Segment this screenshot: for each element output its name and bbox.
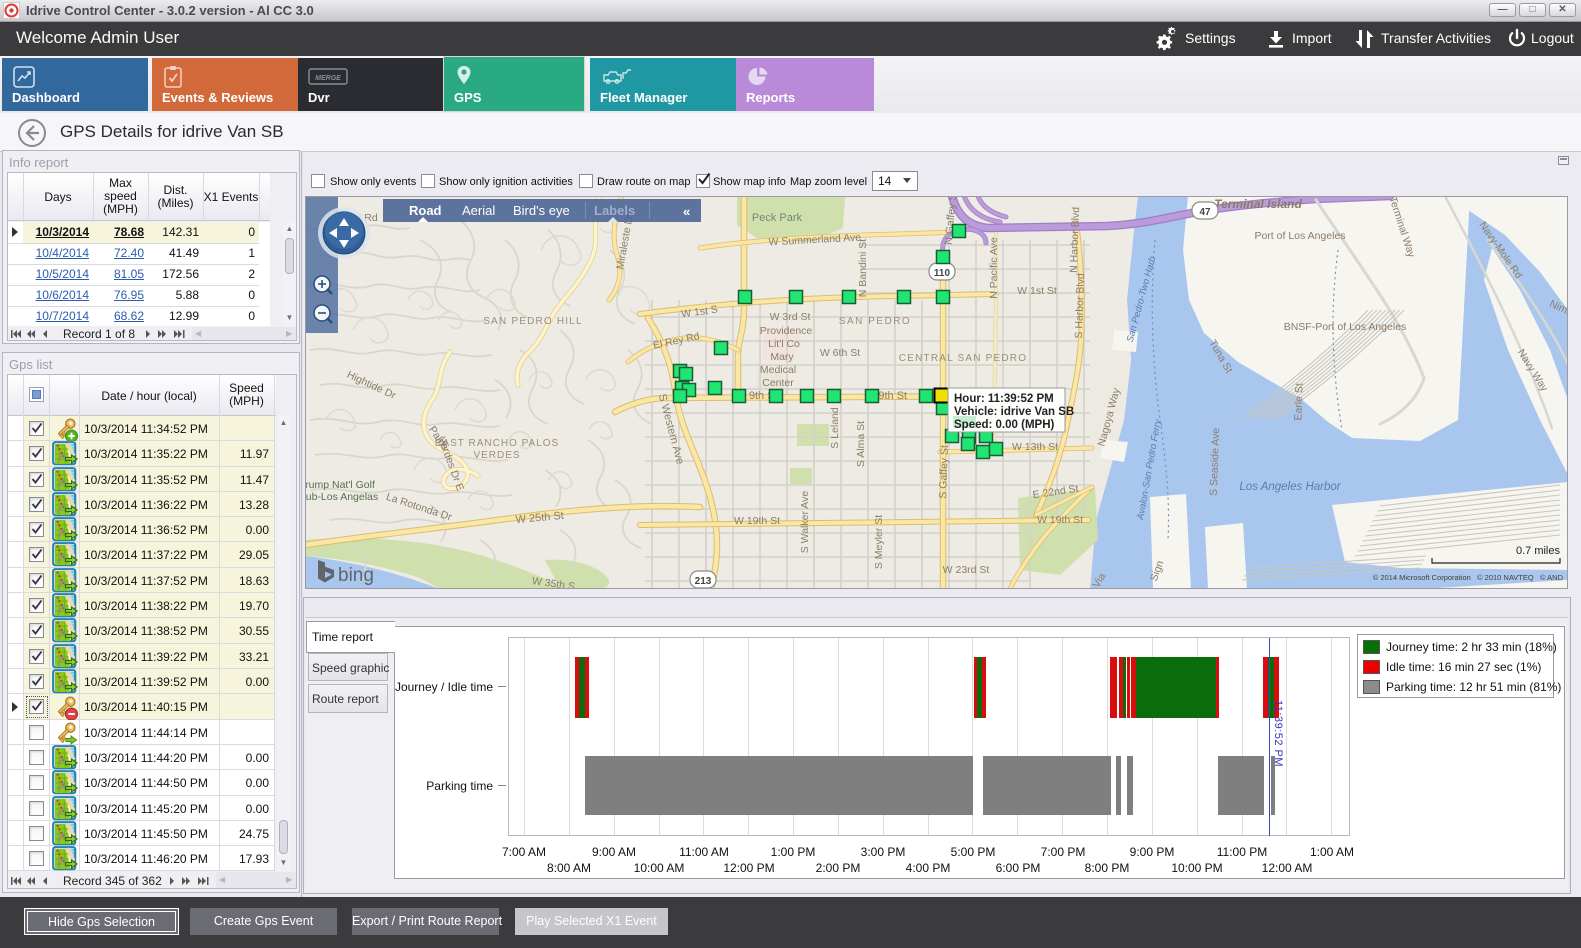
svg-text:Club-Los Angelas: Club-Los Angelas	[305, 491, 378, 503]
svg-text:MERGE: MERGE	[315, 75, 341, 82]
svg-text:SAN PEDRO HILL: SAN PEDRO HILL	[483, 316, 583, 327]
svg-text:47: 47	[1199, 207, 1211, 218]
svg-text:Labels: Labels	[594, 203, 635, 218]
svg-text:N Harbor Blvd: N Harbor Blvd	[1068, 207, 1082, 273]
svg-text:bing: bing	[338, 565, 374, 586]
svg-text:© 2014 Microsoft Corporation: © 2014 Microsoft Corporation © 2010 NAVT…	[1373, 573, 1564, 582]
svg-text:Center: Center	[762, 377, 794, 389]
svg-text:Speed: 0.00 (MPH): Speed: 0.00 (MPH)	[954, 419, 1054, 431]
svg-text:Aerial: Aerial	[462, 203, 495, 218]
svg-text:W 13th St: W 13th St	[1012, 441, 1058, 453]
svg-text:N Bandini St: N Bandini St	[857, 239, 869, 297]
svg-text:VERDES: VERDES	[473, 450, 520, 461]
svg-text:Bird's eye: Bird's eye	[513, 203, 570, 218]
svg-text:S Leland: S Leland	[829, 407, 841, 449]
svg-text:W 1st St: W 1st St	[1017, 285, 1057, 297]
svg-text:S Harbor Blvd: S Harbor Blvd	[1073, 273, 1087, 339]
svg-text:CENTRAL SAN PEDRO: CENTRAL SAN PEDRO	[899, 353, 1027, 364]
svg-text:Mary: Mary	[770, 351, 794, 363]
svg-text:W 6th St: W 6th St	[820, 347, 860, 359]
svg-text:BNSF-Port of Los Angeles: BNSF-Port of Los Angeles	[1284, 321, 1407, 333]
svg-text:«: «	[683, 204, 690, 219]
svg-text:Terminal Island: Terminal Island	[1214, 197, 1302, 211]
svg-text:SAN PEDRO: SAN PEDRO	[839, 316, 911, 327]
svg-text:Road: Road	[409, 203, 442, 218]
svg-text:S Meyler St: S Meyler St	[873, 515, 885, 569]
svg-text:Peck Park: Peck Park	[752, 212, 803, 224]
svg-text:S Gaffey St: S Gaffey St	[937, 445, 951, 499]
svg-text:Los Angeles Harbor: Los Angeles Harbor	[1239, 481, 1341, 493]
svg-text:Vehicle: idrive Van SB: Vehicle: idrive Van SB	[954, 406, 1074, 418]
svg-text:Medical: Medical	[760, 364, 796, 376]
svg-text:Providence: Providence	[760, 325, 813, 337]
svg-text:W 3rd St: W 3rd St	[770, 311, 811, 323]
svg-text:Lit'l Co: Lit'l Co	[768, 338, 800, 350]
svg-text:Trump Nat'l Golf: Trump Nat'l Golf	[305, 479, 375, 491]
svg-text:W 23rd St: W 23rd St	[943, 564, 990, 576]
svg-text:W 19th St: W 19th St	[734, 515, 780, 527]
svg-text:0.7 miles: 0.7 miles	[1516, 545, 1561, 557]
svg-text:N Pacific Ave: N Pacific Ave	[988, 237, 1000, 299]
svg-text:EAST RANCHO PALOS: EAST RANCHO PALOS	[435, 438, 559, 449]
svg-text:S Walker Ave: S Walker Ave	[799, 491, 811, 554]
svg-text:S Seaside Ave: S Seaside Ave	[1208, 427, 1222, 496]
svg-text:110: 110	[934, 268, 951, 279]
svg-text:Hour: 11:39:52 PM: Hour: 11:39:52 PM	[954, 393, 1054, 405]
svg-text:S Alma St: S Alma St	[855, 421, 867, 467]
svg-text:Port of Los Angeles: Port of Los Angeles	[1254, 230, 1345, 242]
svg-text:213: 213	[695, 576, 712, 587]
svg-text:W 19th St: W 19th St	[1037, 514, 1083, 526]
svg-text:Earle St: Earle St	[1292, 383, 1305, 421]
